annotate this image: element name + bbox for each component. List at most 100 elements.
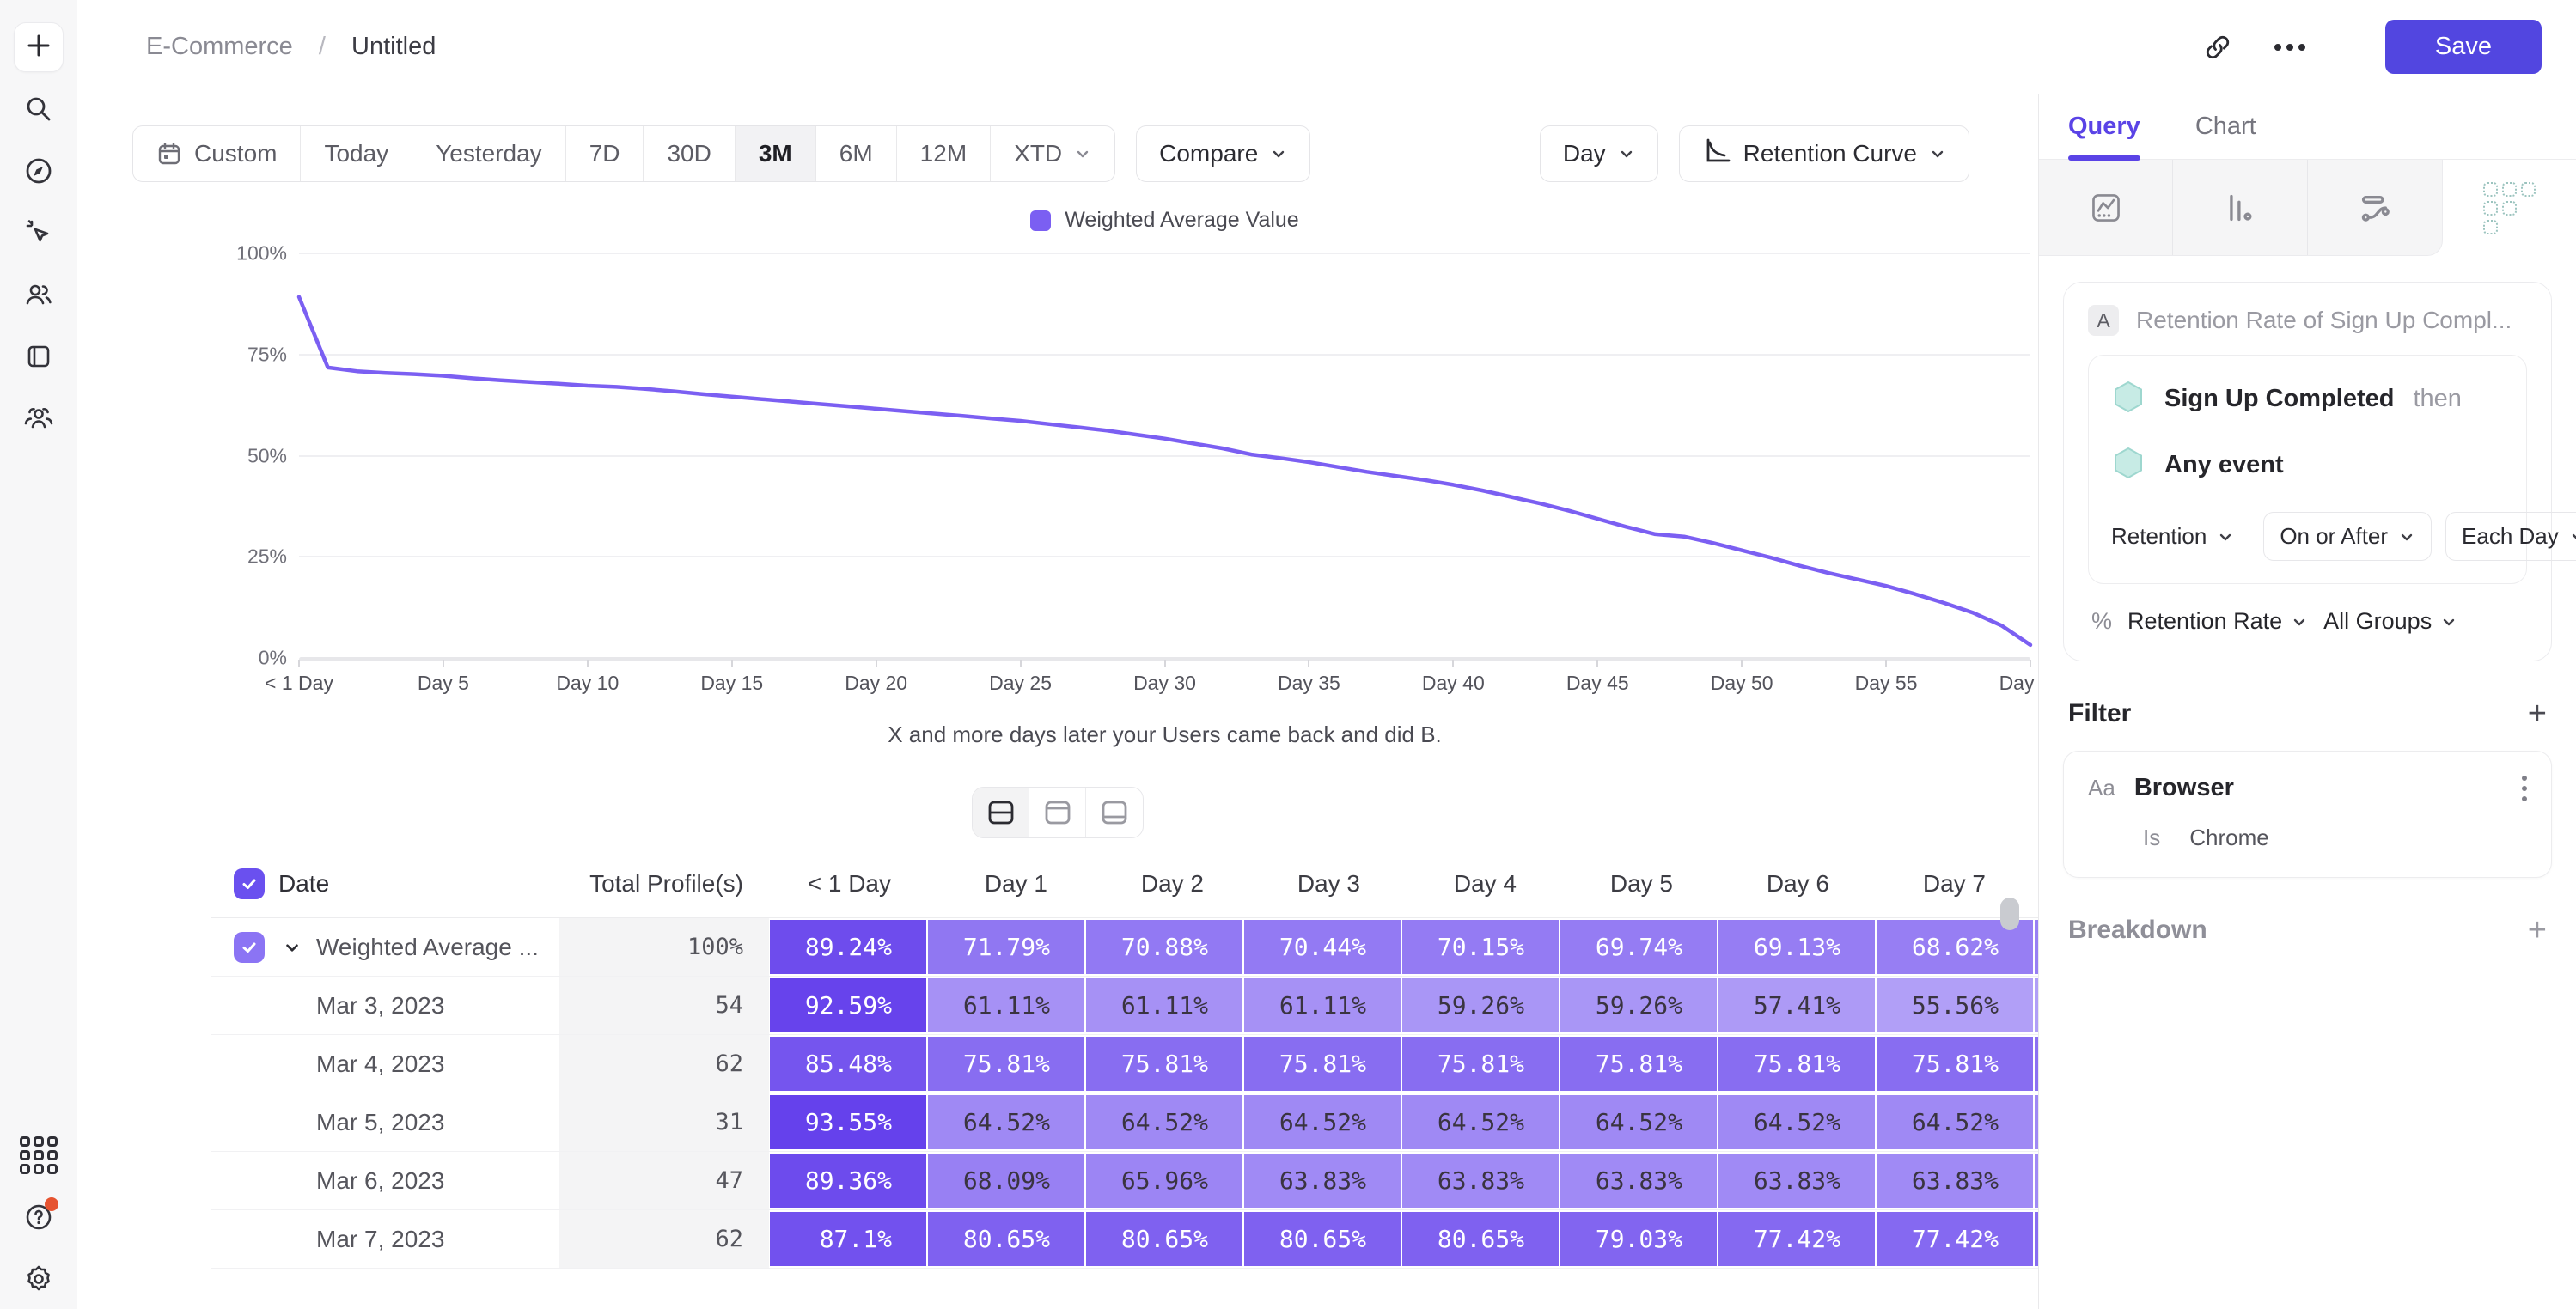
retention-cell[interactable]: 92.59%: [770, 978, 926, 1032]
filter-operator[interactable]: Is: [2143, 825, 2160, 851]
column-header-total[interactable]: Total Profile(s): [559, 870, 769, 898]
retention-cell[interactable]: 61.11%: [1086, 978, 1242, 1032]
click-spark-icon[interactable]: [14, 208, 64, 258]
retention-cell[interactable]: 79.03%: [1560, 1212, 1717, 1266]
retention-cell[interactable]: 77.42%: [1877, 1212, 2033, 1266]
compass-icon[interactable]: [14, 146, 64, 196]
retention-cell[interactable]: 63.83%: [1877, 1154, 2033, 1208]
column-header[interactable]: Day 6: [1707, 870, 1864, 898]
retention-cell[interactable]: 64.52%: [1402, 1095, 1559, 1149]
column-header[interactable]: Day 5: [1551, 870, 1707, 898]
retention-cell-clipped[interactable]: 68: [2035, 920, 2038, 974]
column-header[interactable]: Day 2: [1082, 870, 1238, 898]
retention-cell[interactable]: 64.52%: [1244, 1095, 1401, 1149]
add-breakdown-button[interactable]: +: [2528, 917, 2547, 943]
retention-cell[interactable]: 89.24%: [770, 920, 926, 974]
retention-cell[interactable]: 89.36%: [770, 1154, 926, 1208]
audience-icon[interactable]: [14, 393, 64, 443]
column-header[interactable]: Day 4: [1395, 870, 1551, 898]
retention-cell[interactable]: 59.26%: [1402, 978, 1559, 1032]
chart-type-bar-chart-icon[interactable]: [2173, 160, 2307, 255]
help-icon[interactable]: [14, 1192, 64, 1242]
chart-type-line-chart-icon[interactable]: [2039, 160, 2173, 255]
retention-cell[interactable]: 87.1%: [770, 1212, 926, 1266]
retention-cell[interactable]: 57.41%: [1718, 978, 1875, 1032]
retention-cell[interactable]: 61.11%: [928, 978, 1084, 1032]
users-icon[interactable]: [14, 270, 64, 320]
column-header[interactable]: Day 3: [1238, 870, 1395, 898]
second-event-row[interactable]: Any event: [2111, 446, 2504, 484]
retention-cell[interactable]: 64.52%: [1086, 1095, 1242, 1149]
retention-cell[interactable]: 63.83%: [1244, 1154, 1401, 1208]
measure-dropdown[interactable]: Retention Rate: [2127, 608, 2308, 635]
retention-cell-clipped[interactable]: 74: [2035, 1037, 2038, 1091]
retention-cell[interactable]: 80.65%: [1244, 1212, 1401, 1266]
range-3m[interactable]: 3M: [736, 126, 816, 181]
retention-cell[interactable]: 64.52%: [1718, 1095, 1875, 1149]
compare-button[interactable]: Compare: [1136, 125, 1310, 182]
column-header-date[interactable]: Date: [278, 870, 329, 898]
retention-cell[interactable]: 64.52%: [1560, 1095, 1717, 1149]
chart-type-flow-chart-icon[interactable]: [2308, 160, 2442, 255]
breadcrumb-workspace[interactable]: E-Commerce: [146, 33, 293, 60]
retention-cell[interactable]: 70.88%: [1086, 920, 1242, 974]
retention-cell-clipped[interactable]: 75: [2035, 1212, 2038, 1266]
filter-kebab-icon[interactable]: [2522, 776, 2527, 801]
settings-icon[interactable]: [14, 1254, 64, 1304]
retention-cell[interactable]: 63.83%: [1402, 1154, 1559, 1208]
retention-cell[interactable]: 93.55%: [770, 1095, 926, 1149]
share-link-icon[interactable]: [2202, 32, 2233, 63]
row-expand-icon[interactable]: [277, 938, 308, 957]
library-icon[interactable]: [14, 332, 64, 381]
retention-cell[interactable]: 75.81%: [928, 1037, 1084, 1091]
retention-cell[interactable]: 71.79%: [928, 920, 1084, 974]
retention-cell[interactable]: 75.81%: [1560, 1037, 1717, 1091]
first-event-row[interactable]: Sign Up Completed then: [2111, 380, 2504, 418]
retention-cell[interactable]: 75.81%: [1718, 1037, 1875, 1091]
groups-dropdown[interactable]: All Groups: [2323, 608, 2457, 635]
chart-style-button[interactable]: Retention Curve: [1679, 125, 1969, 182]
retention-cell[interactable]: 65.96%: [1086, 1154, 1242, 1208]
breadcrumb-report-title[interactable]: Untitled: [351, 33, 436, 60]
save-button[interactable]: Save: [2385, 20, 2542, 74]
retention-cell-clipped[interactable]: 55: [2035, 978, 2038, 1032]
interval-button[interactable]: Day: [1540, 125, 1658, 182]
retention-cell[interactable]: 80.65%: [928, 1212, 1084, 1266]
retention-cell[interactable]: 59.26%: [1560, 978, 1717, 1032]
filter-card[interactable]: Aa Browser Is Chrome: [2063, 751, 2552, 878]
row-checkbox[interactable]: [234, 932, 265, 963]
query-title[interactable]: Retention Rate of Sign Up Compl...: [2136, 307, 2512, 334]
more-options-icon[interactable]: [2271, 42, 2309, 52]
new-report-button[interactable]: [14, 22, 64, 72]
retention-cell[interactable]: 63.83%: [1560, 1154, 1717, 1208]
retention-mode-dropdown[interactable]: Retention: [2111, 513, 2249, 560]
table-scrollbar-thumb[interactable]: [2000, 898, 2019, 930]
filter-value[interactable]: Chrome: [2189, 825, 2268, 851]
add-filter-button[interactable]: +: [2528, 701, 2547, 727]
column-header[interactable]: Day 1: [925, 870, 1082, 898]
retention-cell[interactable]: 75.81%: [1877, 1037, 2033, 1091]
retention-cell-clipped[interactable]: 64: [2035, 1095, 2038, 1149]
apps-grid-icon[interactable]: [14, 1130, 64, 1180]
retention-cell[interactable]: 64.52%: [1877, 1095, 2033, 1149]
layout-toggle-split-horizontal-icon[interactable]: [973, 788, 1029, 837]
range-30d[interactable]: 30D: [644, 126, 735, 181]
range-6m[interactable]: 6M: [816, 126, 897, 181]
retention-cell[interactable]: 75.81%: [1086, 1037, 1242, 1091]
tab-query[interactable]: Query: [2068, 94, 2140, 159]
retention-cell[interactable]: 85.48%: [770, 1037, 926, 1091]
retention-cell-clipped[interactable]: 63: [2035, 1154, 2038, 1208]
retention-cell[interactable]: 64.52%: [928, 1095, 1084, 1149]
column-header[interactable]: < 1 Day: [769, 870, 925, 898]
retention-cell[interactable]: 80.65%: [1086, 1212, 1242, 1266]
retention-cell[interactable]: 68.09%: [928, 1154, 1084, 1208]
search-icon[interactable]: [14, 84, 64, 134]
range-today[interactable]: Today: [301, 126, 412, 181]
layout-toggle-panel-bottom-icon[interactable]: [1086, 788, 1143, 837]
retention-granularity-dropdown[interactable]: Each Day: [2445, 512, 2576, 561]
retention-cell[interactable]: 70.15%: [1402, 920, 1559, 974]
retention-cell[interactable]: 63.83%: [1718, 1154, 1875, 1208]
range-yesterday[interactable]: Yesterday: [412, 126, 566, 181]
range-12m[interactable]: 12M: [897, 126, 991, 181]
select-all-checkbox[interactable]: [234, 868, 265, 899]
